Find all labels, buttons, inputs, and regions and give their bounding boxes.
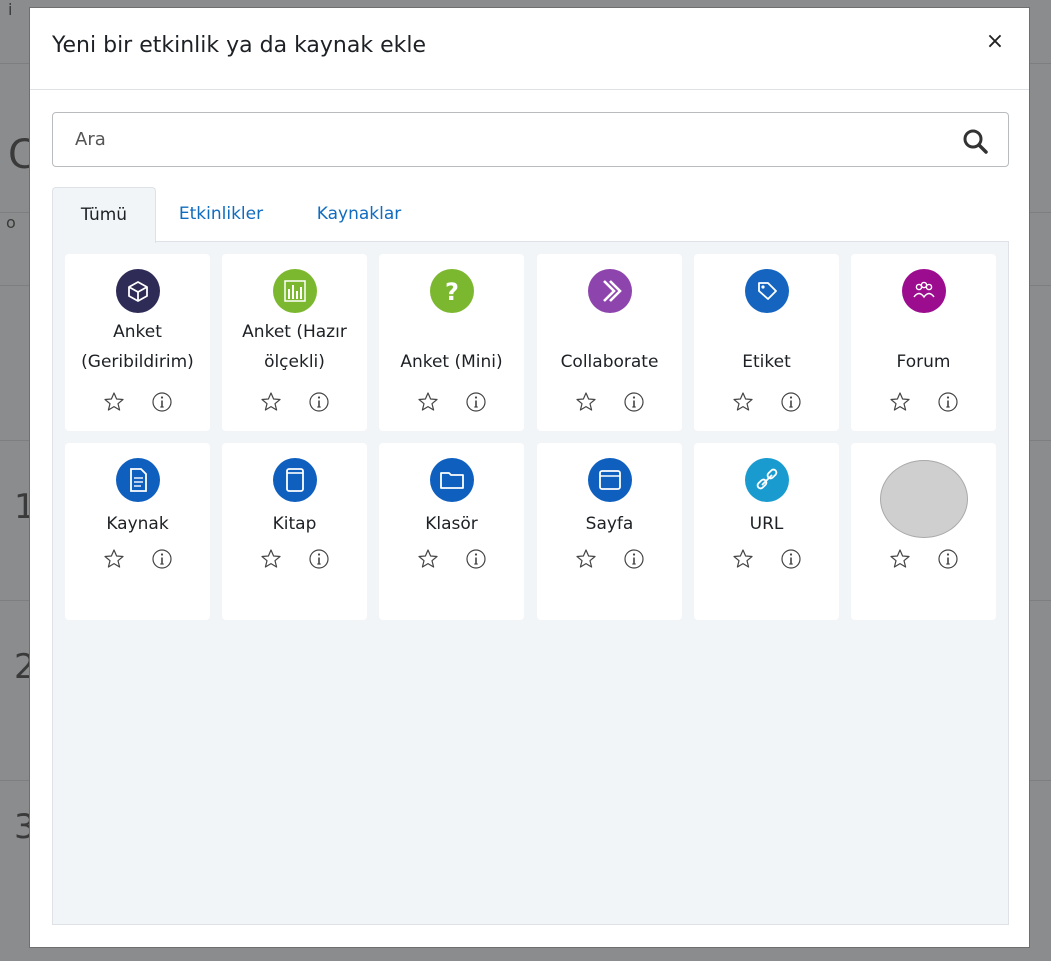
- module-label: Anket (Hazır: [242, 322, 347, 342]
- module-actions: [851, 390, 996, 414]
- module-card[interactable]: Forum: [851, 254, 996, 431]
- info-icon[interactable]: [622, 390, 646, 414]
- star-icon[interactable]: [731, 547, 755, 571]
- star-icon[interactable]: [416, 390, 440, 414]
- feedback-icon: [115, 269, 160, 313]
- book-icon: [272, 458, 317, 502]
- info-icon[interactable]: [936, 390, 960, 414]
- search-input[interactable]: [54, 114, 934, 165]
- info-icon[interactable]: [779, 390, 803, 414]
- folder-icon: [429, 458, 474, 502]
- module-label: URL: [749, 514, 784, 534]
- module-label: Etiket: [742, 352, 791, 372]
- module-label: Sayfa: [585, 514, 634, 534]
- module-card[interactable]: Collaborate: [537, 254, 682, 431]
- star-icon[interactable]: [416, 547, 440, 571]
- info-icon[interactable]: [936, 547, 960, 571]
- star-icon[interactable]: [888, 547, 912, 571]
- module-label: Forum: [896, 352, 951, 372]
- module-card[interactable]: Sayfa: [537, 443, 682, 620]
- star-icon[interactable]: [102, 390, 126, 414]
- tab-all[interactable]: Tümü: [52, 187, 156, 243]
- link-icon: [744, 458, 789, 502]
- collaborate-icon: [587, 269, 632, 313]
- module-card[interactable]: Anket (Hazır ölçekli): [222, 254, 367, 431]
- module-actions: [379, 547, 524, 571]
- module-label: Klasör: [425, 514, 478, 534]
- module-label: Collaborate: [560, 352, 659, 372]
- module-card[interactable]: Kaynak: [65, 443, 210, 620]
- star-icon[interactable]: [259, 547, 283, 571]
- module-label: Anket (Mini): [400, 352, 503, 372]
- forum-icon: [901, 269, 946, 313]
- star-icon[interactable]: [259, 390, 283, 414]
- module-card[interactable]: [851, 443, 996, 620]
- module-label: ölçekli): [264, 352, 325, 372]
- info-icon[interactable]: [150, 390, 174, 414]
- module-label: Kitap: [272, 514, 317, 534]
- module-label: Anket: [113, 322, 162, 342]
- module-actions: [851, 547, 996, 571]
- info-icon[interactable]: [307, 547, 331, 571]
- star-icon[interactable]: [888, 390, 912, 414]
- module-actions: [379, 390, 524, 414]
- info-icon[interactable]: [464, 390, 488, 414]
- close-button[interactable]: ×: [983, 28, 1007, 56]
- module-actions: [222, 390, 367, 414]
- module-actions: [65, 547, 210, 571]
- info-icon[interactable]: [464, 547, 488, 571]
- tab-resources[interactable]: Kaynaklar: [302, 187, 416, 242]
- module-actions: [694, 390, 839, 414]
- star-icon[interactable]: [731, 390, 755, 414]
- module-actions: [537, 547, 682, 571]
- module-card[interactable]: Anket (Geribildirim): [65, 254, 210, 431]
- file-icon: [115, 458, 160, 502]
- info-icon[interactable]: [779, 547, 803, 571]
- add-activity-modal: Yeni bir etkinlik ya da kaynak ekle × Tü…: [29, 7, 1030, 948]
- info-icon[interactable]: [622, 547, 646, 571]
- tab-activities[interactable]: Etkinlikler: [164, 187, 278, 242]
- module-actions: [65, 390, 210, 414]
- module-card[interactable]: URL: [694, 443, 839, 620]
- module-label: (Geribildirim): [81, 352, 194, 372]
- module-card[interactable]: Kitap: [222, 443, 367, 620]
- module-card[interactable]: Etiket: [694, 254, 839, 431]
- survey-chart-icon: [272, 269, 317, 313]
- modules-panel: Anket (Geribildirim) Anket (Hazır ölçekli)?…: [52, 241, 1009, 925]
- star-icon[interactable]: [574, 547, 598, 571]
- star-icon[interactable]: [102, 547, 126, 571]
- tag-icon: [744, 269, 789, 313]
- star-icon[interactable]: [574, 390, 598, 414]
- svg-text:?: ?: [445, 278, 459, 306]
- module-label: Kaynak: [106, 514, 169, 534]
- category-tabs: Tümü Etkinlikler Kaynaklar: [52, 187, 1009, 243]
- module-card[interactable]: ? Anket (Mini): [379, 254, 524, 431]
- info-icon[interactable]: [150, 547, 174, 571]
- module-actions: [537, 390, 682, 414]
- search-box: [52, 112, 1009, 167]
- search-icon[interactable]: [962, 128, 988, 154]
- module-actions: [694, 547, 839, 571]
- placeholder-image-icon: [879, 460, 968, 538]
- question-icon: ?: [429, 269, 474, 313]
- module-actions: [222, 547, 367, 571]
- modal-title: Yeni bir etkinlik ya da kaynak ekle: [52, 33, 426, 58]
- info-icon[interactable]: [307, 390, 331, 414]
- module-card[interactable]: Klasör: [379, 443, 524, 620]
- modal-header: Yeni bir etkinlik ya da kaynak ekle ×: [30, 8, 1029, 90]
- page-icon: [587, 458, 632, 502]
